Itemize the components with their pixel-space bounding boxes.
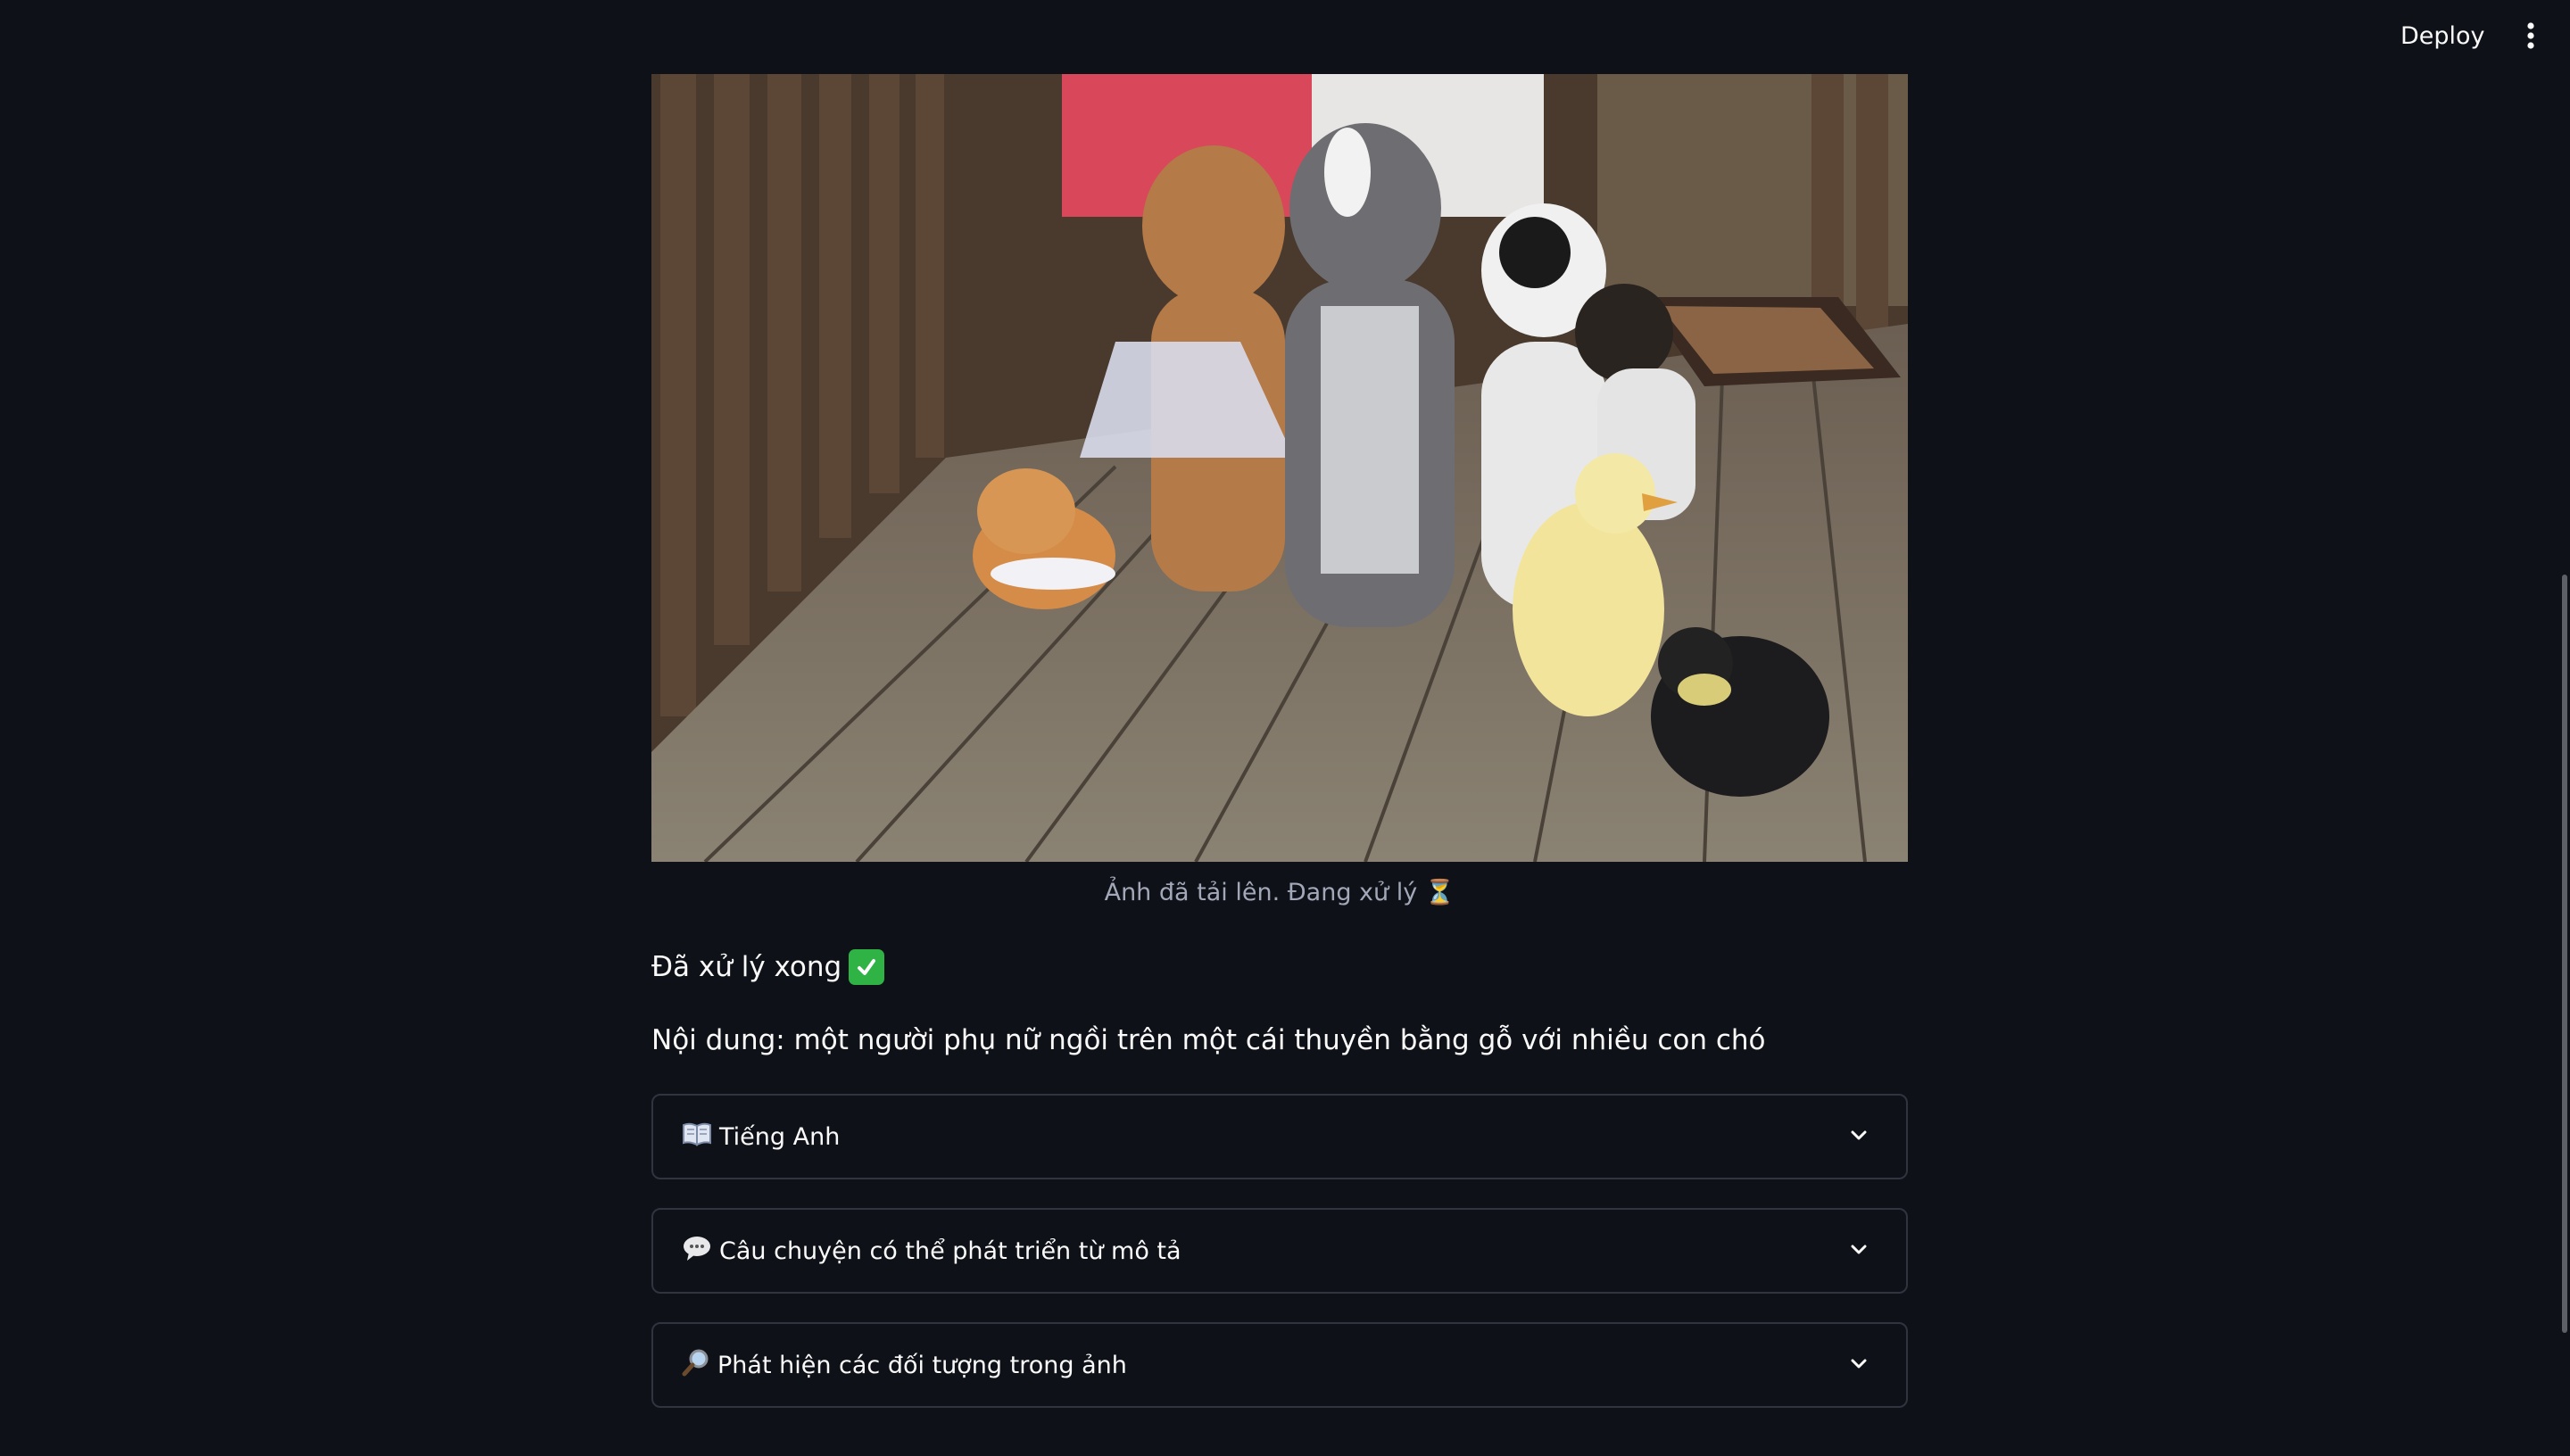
check-mark-icon <box>849 949 885 985</box>
content-description: Nội dung: một người phụ nữ ngồi trên một… <box>651 1024 1766 1056</box>
expander-object-detection-text: Phát hiện các đối tượng trong ảnh <box>717 1351 1127 1379</box>
speech-bubble-icon <box>682 1235 712 1267</box>
magnifying-glass-icon <box>682 1348 710 1382</box>
page-scrollbar[interactable] <box>2556 0 2570 1456</box>
more-vertical-icon <box>2527 22 2534 49</box>
chevron-down-icon <box>1851 1130 1867 1140</box>
chevron-down-icon <box>1851 1245 1867 1254</box>
expander-english[interactable]: Tiếng Anh <box>651 1094 1908 1179</box>
scrollbar-thumb[interactable] <box>2562 575 2567 1333</box>
expander-object-detection-label: Phát hiện các đối tượng trong ảnh <box>682 1348 1127 1382</box>
uploaded-photo <box>651 74 1908 862</box>
deploy-button[interactable]: Deploy <box>2388 16 2498 55</box>
app-root: Deploy Ảnh đã tải lên. Đang xử lý ⏳ Đã x… <box>0 0 2570 1456</box>
processing-status: Đã xử lý xong <box>651 949 885 985</box>
open-book-icon <box>682 1121 712 1152</box>
expander-english-label: Tiếng Anh <box>682 1121 840 1152</box>
expander-object-detection[interactable]: Phát hiện các đối tượng trong ảnh <box>651 1322 1908 1408</box>
status-text: Đã xử lý xong <box>651 951 842 983</box>
photo-illustration <box>651 74 1908 862</box>
expander-story-text: Câu chuyện có thể phát triển từ mô tả <box>719 1237 1181 1265</box>
app-header: Deploy <box>0 0 2570 71</box>
expander-english-text: Tiếng Anh <box>719 1122 841 1151</box>
expander-story-label: Câu chuyện có thể phát triển từ mô tả <box>682 1235 1181 1267</box>
main-menu-button[interactable] <box>2515 16 2547 55</box>
expander-story[interactable]: Câu chuyện có thể phát triển từ mô tả <box>651 1208 1908 1294</box>
chevron-down-icon <box>1851 1359 1867 1369</box>
image-caption: Ảnh đã tải lên. Đang xử lý ⏳ <box>1104 879 1455 906</box>
